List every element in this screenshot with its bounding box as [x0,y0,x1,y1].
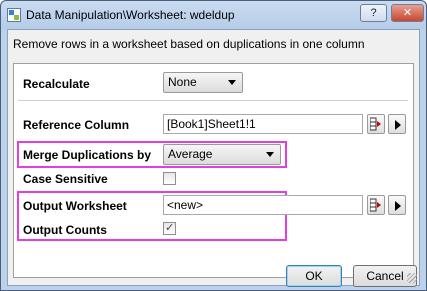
output-counts-label: Output Counts [23,223,107,237]
close-button[interactable]: ✕ [391,4,424,22]
column-picker-icon [370,117,381,131]
play-arrow-icon [395,201,401,211]
reference-column-input[interactable]: [Book1]Sheet1!1 [163,114,363,134]
app-icon [7,8,21,22]
close-icon: ✕ [402,7,413,19]
checkmark-icon: ✓ [165,222,175,234]
output-worksheet-label: Output Worksheet [23,199,127,213]
dialog-window: Data Manipulation\Worksheet: wdeldup ? ✕… [0,0,427,291]
reference-column-label: Reference Column [23,118,130,132]
play-arrow-icon [395,120,401,130]
worksheet-picker-button[interactable] [367,195,385,215]
case-sensitive-label: Case Sensitive [23,172,108,186]
dropdown-arrow-icon [228,80,236,85]
merge-duplications-label: Merge Duplications by [23,148,152,162]
recalculate-value: None [168,75,197,89]
help-icon: ? [370,7,377,19]
settings-panel: Recalculate None Reference Column [Book1… [13,63,414,278]
dropdown-arrow-icon [266,152,274,157]
column-picker-button[interactable] [367,114,385,134]
output-worksheet-input[interactable]: <new> [163,195,363,215]
help-button[interactable]: ? [360,4,387,22]
merge-duplications-value: Average [168,147,213,161]
window-title: Data Manipulation\Worksheet: wdeldup [26,8,235,22]
column-picker-icon [370,198,381,212]
separator [18,100,408,101]
recalculate-label: Recalculate [23,77,90,91]
dialog-description: Remove rows in a worksheet based on dupl… [13,37,365,51]
title-bar[interactable]: Data Manipulation\Worksheet: wdeldup ? ✕ [1,1,426,29]
merge-duplications-dropdown[interactable]: Average [163,144,281,165]
output-counts-checkbox[interactable]: ✓ [163,222,176,235]
column-play-button[interactable] [388,114,406,134]
worksheet-play-button[interactable] [388,195,406,215]
dialog-body: Remove rows in a worksheet based on dupl… [7,29,420,287]
case-sensitive-checkbox[interactable] [163,172,176,185]
resize-grip-icon[interactable] [407,273,417,283]
ok-button[interactable]: OK [286,265,342,287]
recalculate-dropdown[interactable]: None [163,72,243,93]
